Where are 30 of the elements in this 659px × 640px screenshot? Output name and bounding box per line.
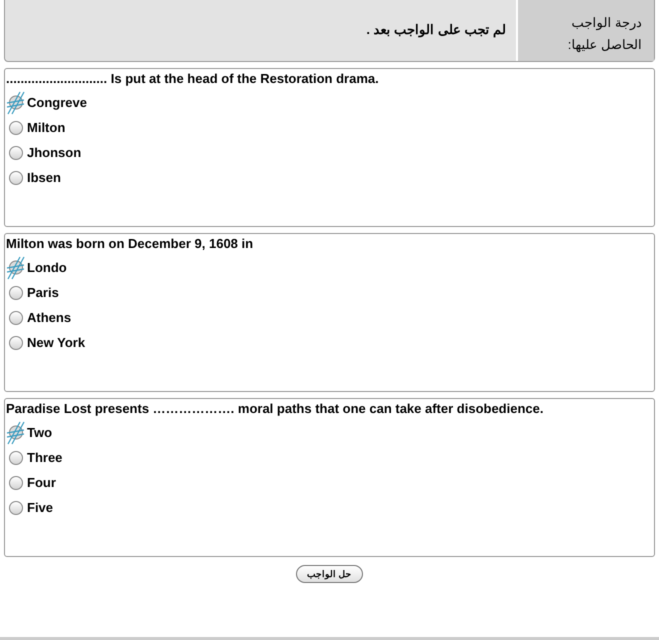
radio-button[interactable]: [9, 120, 23, 134]
option-label: Londo: [27, 258, 67, 277]
option-label: Five: [27, 498, 54, 517]
option-label: Jhonson: [27, 144, 82, 162]
question-text: Milton was born on December 9, 1608 in: [6, 236, 254, 252]
radio-button[interactable]: [9, 336, 23, 350]
grade-label: درجة الواجب الحاصل عليها:: [516, 0, 654, 61]
radio-button[interactable]: [9, 146, 23, 160]
radio-button[interactable]: [9, 310, 23, 324]
question-text: ............................ Is put at the head of the Restoration drama.: [6, 71, 380, 87]
option-label: New York: [27, 334, 86, 352]
option-label: Paris: [27, 284, 59, 302]
radio-button[interactable]: [9, 450, 23, 464]
option-label: Two: [27, 424, 52, 442]
option-label: Four: [27, 474, 56, 492]
submit-button[interactable]: حل الواجب: [296, 565, 363, 583]
grade-value: لم تجب على الواجب بعد .: [366, 20, 506, 40]
question-text: Paradise Lost presents ………………. moral paths that one can take after disobedience.: [6, 401, 544, 417]
radio-button[interactable]: [9, 170, 23, 184]
option-label: Milton: [27, 118, 66, 137]
radio-button[interactable]: [9, 286, 23, 300]
radio-button[interactable]: [6, 255, 26, 280]
radio-button[interactable]: [6, 90, 26, 115]
radio-button[interactable]: [9, 500, 23, 514]
radio-button[interactable]: [6, 420, 26, 445]
option-label: Ibsen: [27, 168, 61, 187]
option-label: Athens: [27, 308, 72, 327]
option-label: Congreve: [27, 94, 87, 112]
option-label: Three: [27, 448, 62, 467]
radio-button[interactable]: [9, 476, 23, 490]
